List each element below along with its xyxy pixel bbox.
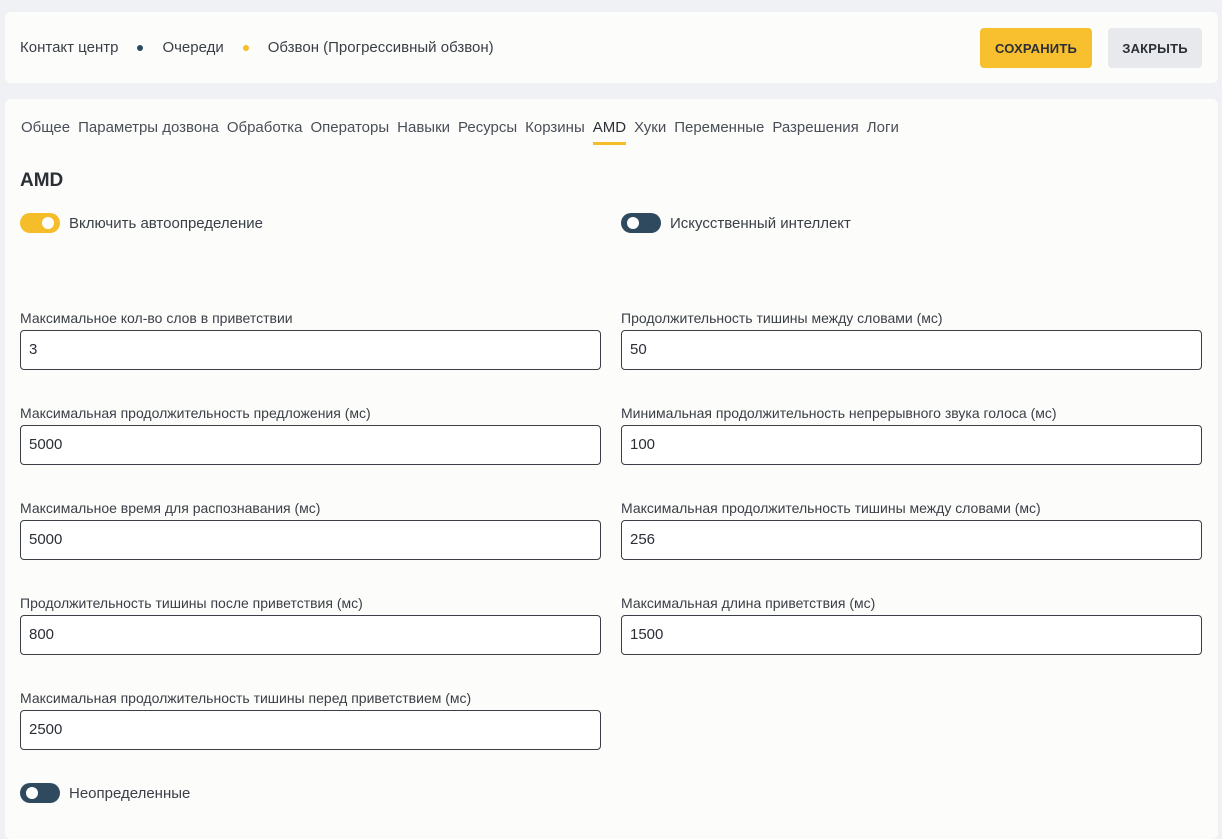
tab-general[interactable]: Общее <box>21 119 70 136</box>
undefined-toggle-row: Неопределенные <box>20 783 190 803</box>
field-label: Продолжительность тишины между словами (… <box>621 310 943 326</box>
section-title: AMD <box>20 170 64 191</box>
tab-hooks[interactable]: Хуки <box>634 119 666 136</box>
breadcrumb-contact-center[interactable]: Контакт центр <box>20 39 118 56</box>
field-label: Максимальное кол-во слов в приветствии <box>20 310 293 326</box>
tab-baskets[interactable]: Корзины <box>525 119 585 136</box>
breadcrumb-separator-dot <box>137 44 144 51</box>
top-header: Контакт центр Очереди Обзвон (Прогрессив… <box>5 12 1218 83</box>
breadcrumb: Контакт центр Очереди Обзвон (Прогрессив… <box>20 39 494 56</box>
field-label: Максимальная продолжительность тишины ме… <box>621 500 1041 516</box>
max-sentence-duration-field: Максимальная продолжительность предложен… <box>20 405 601 465</box>
max-greeting-length-field: Максимальная длина приветствия (мс) 1500 <box>621 595 1202 655</box>
field-label: Максимальная продолжительность предложен… <box>20 405 371 421</box>
auto-detect-toggle-row: Включить автоопределение <box>20 213 263 233</box>
tab-bar: Общее Параметры дозвона Обработка Операт… <box>21 119 907 145</box>
breadcrumb-queues[interactable]: Очереди <box>162 39 223 56</box>
max-silence-before-greeting-field: Максимальная продолжительность тишины пе… <box>20 690 601 750</box>
max-recognition-time-input[interactable]: 5000 <box>20 520 601 560</box>
ai-toggle-row: Искусственный интеллект <box>621 213 851 233</box>
max-greeting-length-input[interactable]: 1500 <box>621 615 1202 655</box>
tab-processing[interactable]: Обработка <box>227 119 303 136</box>
max-sentence-duration-input[interactable]: 5000 <box>20 425 601 465</box>
max-words-greeting-field: Максимальное кол-во слов в приветствии 3 <box>20 310 601 370</box>
silence-between-words-field: Продолжительность тишины между словами (… <box>621 310 1202 370</box>
max-silence-between-words-input[interactable]: 256 <box>621 520 1202 560</box>
close-button[interactable]: ЗАКРЫТЬ <box>1108 28 1202 68</box>
field-label: Максимальная длина приветствия (мс) <box>621 595 876 611</box>
auto-detect-label: Включить автоопределение <box>69 214 263 232</box>
tab-operators[interactable]: Операторы <box>310 119 389 136</box>
tab-dial-params[interactable]: Параметры дозвона <box>78 119 219 136</box>
field-label: Минимальная продолжительность непрерывно… <box>621 405 1057 421</box>
silence-after-greeting-input[interactable]: 800 <box>20 615 601 655</box>
tab-variables[interactable]: Переменные <box>674 119 764 136</box>
tab-skills[interactable]: Навыки <box>397 119 450 136</box>
tab-amd[interactable]: AMD <box>592 119 627 145</box>
toggle-knob <box>42 217 54 229</box>
ai-toggle[interactable] <box>621 213 661 233</box>
main-panel: Общее Параметры дозвона Обработка Операт… <box>5 99 1218 839</box>
field-label: Максимальное время для распознавания (мс… <box>20 500 321 516</box>
breadcrumb-current-campaign: Обзвон (Прогрессивный обзвон) <box>267 39 494 56</box>
min-voice-duration-field: Минимальная продолжительность непрерывно… <box>621 405 1202 465</box>
tab-logs[interactable]: Логи <box>867 119 899 136</box>
silence-after-greeting-field: Продолжительность тишины после приветств… <box>20 595 601 655</box>
ai-label: Искусственный интеллект <box>670 214 851 232</box>
undefined-toggle[interactable] <box>20 783 60 803</box>
max-silence-before-greeting-input[interactable]: 2500 <box>20 710 601 750</box>
toggle-knob <box>26 787 38 799</box>
tab-permissions[interactable]: Разрешения <box>772 119 858 136</box>
field-label: Максимальная продолжительность тишины пе… <box>20 690 472 706</box>
min-voice-duration-input[interactable]: 100 <box>621 425 1202 465</box>
save-button[interactable]: СОХРАНИТЬ <box>980 28 1092 68</box>
tab-resources[interactable]: Ресурсы <box>458 119 517 136</box>
undefined-label: Неопределенные <box>69 784 191 802</box>
toggle-knob <box>627 217 639 229</box>
silence-between-words-input[interactable]: 50 <box>621 330 1202 370</box>
max-words-greeting-input[interactable]: 3 <box>20 330 601 370</box>
field-label: Продолжительность тишины после приветств… <box>20 595 363 611</box>
max-recognition-time-field: Максимальное время для распознавания (мс… <box>20 500 601 560</box>
max-silence-between-words-field: Максимальная продолжительность тишины ме… <box>621 500 1202 560</box>
breadcrumb-separator-dot-active <box>242 44 249 51</box>
auto-detect-toggle[interactable] <box>20 213 60 233</box>
